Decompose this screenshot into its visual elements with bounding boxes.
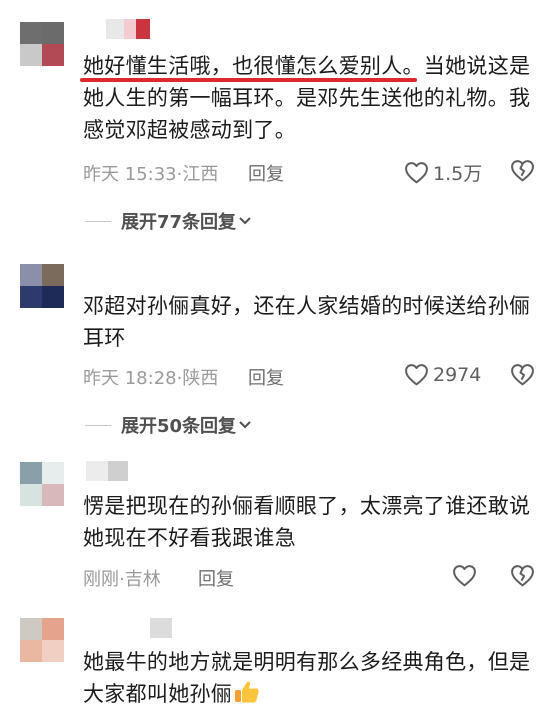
avatar-cell: [42, 286, 64, 308]
broken-heart-icon: [511, 565, 534, 587]
comment-time: 刚刚: [83, 569, 119, 590]
avatar-cell: [20, 484, 42, 506]
avatar-cell: [42, 264, 64, 286]
reply-button[interactable]: 回复: [248, 160, 284, 186]
heart-outline-icon: [405, 162, 428, 184]
expand-replies-button[interactable]: 展开50条回复: [85, 412, 252, 438]
expand-replies-button[interactable]: 展开77条回复: [85, 208, 252, 234]
like-count: 2974: [433, 363, 482, 386]
comment-text: 她最牛的地方就是明明有那么多经典角色，但是大家都叫她孙俪: [83, 650, 531, 706]
comment-time: 昨天 18:28: [83, 368, 177, 389]
avatar-cell: [42, 618, 64, 640]
comment-time: 昨天 15:33: [83, 164, 177, 185]
like-count: 1.5万: [433, 163, 483, 185]
avatar-cell: [20, 44, 42, 66]
like-button[interactable]: 1.5万: [404, 159, 482, 186]
comment-list: 她好懂生活哦，也很懂怎么爱别人。当她说这是她人生的第一幅耳环。是邓先生送他的礼物…: [0, 0, 554, 709]
avatar-cell: [42, 640, 64, 662]
reply-button[interactable]: 回复: [198, 565, 234, 591]
highlight-underline: [80, 78, 417, 82]
comment-text: 她好懂生活哦，也很懂怎么爱别人。当她说这是她人生的第一幅耳环。是邓先生送他的礼物…: [83, 54, 531, 142]
like-button[interactable]: [452, 564, 477, 587]
reply-button[interactable]: 回复: [248, 364, 284, 390]
broken-heart-icon: [511, 364, 534, 386]
chevron-down-icon: [239, 421, 251, 429]
avatar[interactable]: [20, 462, 64, 506]
dislike-button[interactable]: [510, 159, 535, 182]
avatar[interactable]: [20, 22, 64, 66]
dislike-button[interactable]: [510, 363, 535, 386]
heart-outline-icon: [405, 364, 428, 386]
avatar-cell: [20, 264, 42, 286]
avatar-cell: [20, 462, 42, 484]
username-censored[interactable]: [150, 618, 172, 638]
expand-label: 展开50条回复: [121, 416, 237, 437]
expand-label: 展开77条回复: [121, 212, 237, 233]
avatar[interactable]: [20, 618, 64, 662]
comment-meta: 刚刚·吉林: [83, 569, 161, 590]
comment-location: 吉林: [124, 569, 161, 590]
divider-line: [85, 424, 111, 426]
avatar-cell: [20, 618, 42, 640]
comment-location: 陕西: [182, 368, 219, 389]
dislike-button[interactable]: [510, 564, 535, 587]
chevron-down-icon: [239, 217, 251, 225]
avatar-cell: [20, 640, 42, 662]
comment-text: 邓超对孙俪真好，还在人家结婚的时候送给孙俪耳环: [83, 294, 531, 350]
avatar-cell: [20, 22, 42, 44]
avatar[interactable]: [20, 264, 64, 308]
broken-heart-icon: [511, 160, 534, 182]
comment-location: 江西: [182, 164, 219, 185]
like-button[interactable]: 2974: [404, 363, 481, 386]
thumbs-up-emoji: [235, 681, 259, 703]
avatar-cell: [42, 462, 64, 484]
avatar-cell: [42, 22, 64, 44]
heart-outline-icon: [453, 565, 476, 587]
divider-line: [85, 220, 111, 222]
comment-meta: 昨天 18:28·陕西: [83, 368, 219, 389]
comment-meta: 昨天 15:33·江西: [83, 164, 219, 185]
avatar-cell: [20, 286, 42, 308]
avatar-cell: [42, 44, 64, 66]
comment-text: 愣是把现在的孙俪看顺眼了，太漂亮了谁还敢说她现在不好看我跟谁急: [83, 494, 531, 550]
username-censored[interactable]: [86, 19, 150, 39]
avatar-cell: [42, 484, 64, 506]
username-censored[interactable]: [86, 461, 128, 481]
